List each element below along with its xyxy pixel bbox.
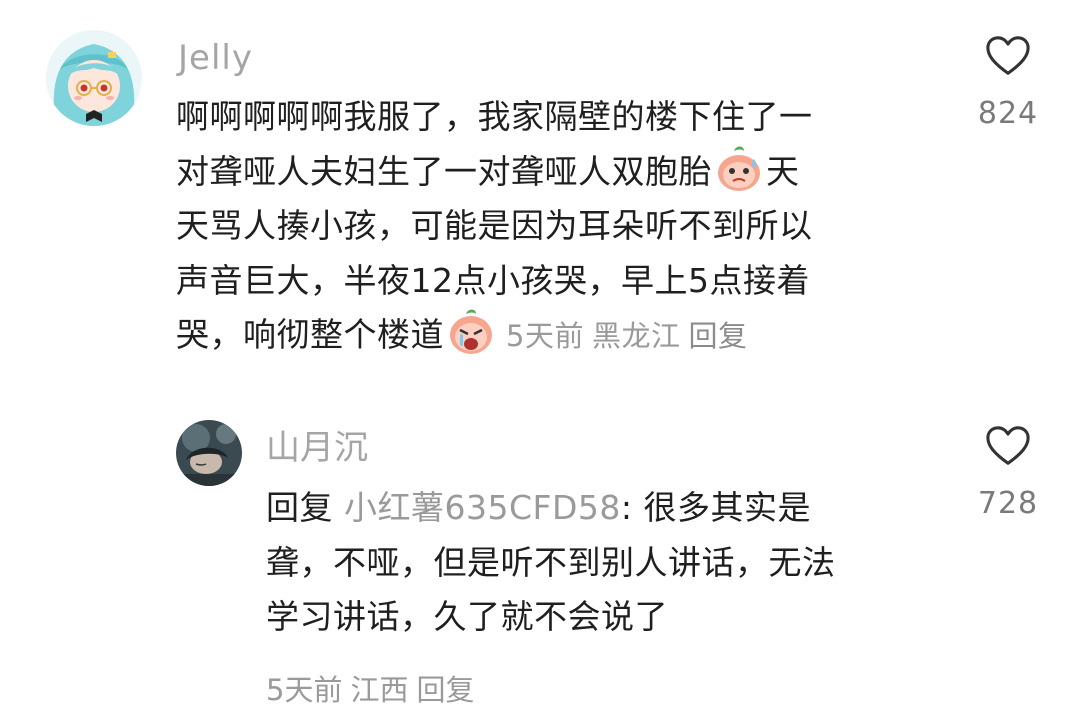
sweating-face-sticker	[714, 145, 764, 193]
comment-meta: 5天前 黑龙江 回复	[506, 319, 755, 353]
comment-location: 黑龙江	[591, 319, 681, 353]
like-count: 728	[977, 486, 1039, 521]
comment-line-text: : 很多其实是	[620, 488, 812, 527]
dark-portrait-avatar-image	[176, 420, 242, 486]
reply-button[interactable]: 回复	[688, 319, 747, 353]
comment-line: 回复 小红薯635CFD58: 很多其实是	[266, 481, 946, 536]
comment-body: 啊啊啊啊啊我服了，我家隔壁的楼下住了一 对聋哑人夫妇生了一对聋哑人双胞胎 天 天…	[176, 90, 936, 364]
avatar[interactable]	[46, 30, 142, 126]
comment-time: 5天前	[506, 319, 584, 353]
username[interactable]: 山月沉	[266, 428, 368, 468]
anime-girl-avatar-image	[46, 30, 142, 126]
comment-line-text: 哭，响彻整个楼道	[176, 315, 444, 354]
reply-button[interactable]: 回复	[416, 673, 474, 707]
comment-meta: 5天前 江西 回复	[266, 670, 482, 710]
comment-line: 对聋哑人夫妇生了一对聋哑人双胞胎 天	[176, 145, 936, 200]
comment-line: 哭，响彻整个楼道 5天前 黑龙江 回复	[176, 308, 936, 364]
comment-line: 学习讲话，久了就不会说了	[266, 597, 668, 636]
like-button[interactable]: 824	[968, 34, 1048, 131]
reply-prefix: 回复	[266, 488, 344, 527]
comment-line-text: 天	[766, 151, 800, 191]
comment-line: 声音巨大，半夜12点小孩哭，早上5点接着	[176, 260, 810, 300]
crying-face-sticker	[446, 308, 496, 356]
comment-line-text: 对聋哑人夫妇生了一对聋哑人双胞胎	[176, 151, 712, 191]
heart-outline-icon	[986, 426, 1030, 465]
comment-time: 5天前	[266, 673, 343, 707]
username[interactable]: Jelly	[178, 38, 253, 78]
reply-mention-link[interactable]: 小红薯635CFD58	[344, 488, 621, 527]
comment-line: 啊啊啊啊啊我服了，我家隔壁的楼下住了一	[176, 97, 813, 136]
comment-body: 回复 小红薯635CFD58: 很多其实是 聋，不哑，但是听不到别人讲话，无法 …	[266, 481, 946, 645]
comment-line: 聋，不哑，但是听不到别人讲话，无法	[266, 542, 836, 582]
comment-location: 江西	[350, 673, 409, 707]
like-count: 824	[977, 96, 1039, 131]
like-button[interactable]: 728	[968, 424, 1048, 521]
heart-outline-icon	[986, 36, 1030, 75]
comment-line: 天骂人揍小孩，可能是因为耳朵听不到所以	[176, 206, 813, 245]
avatar[interactable]	[176, 420, 242, 486]
